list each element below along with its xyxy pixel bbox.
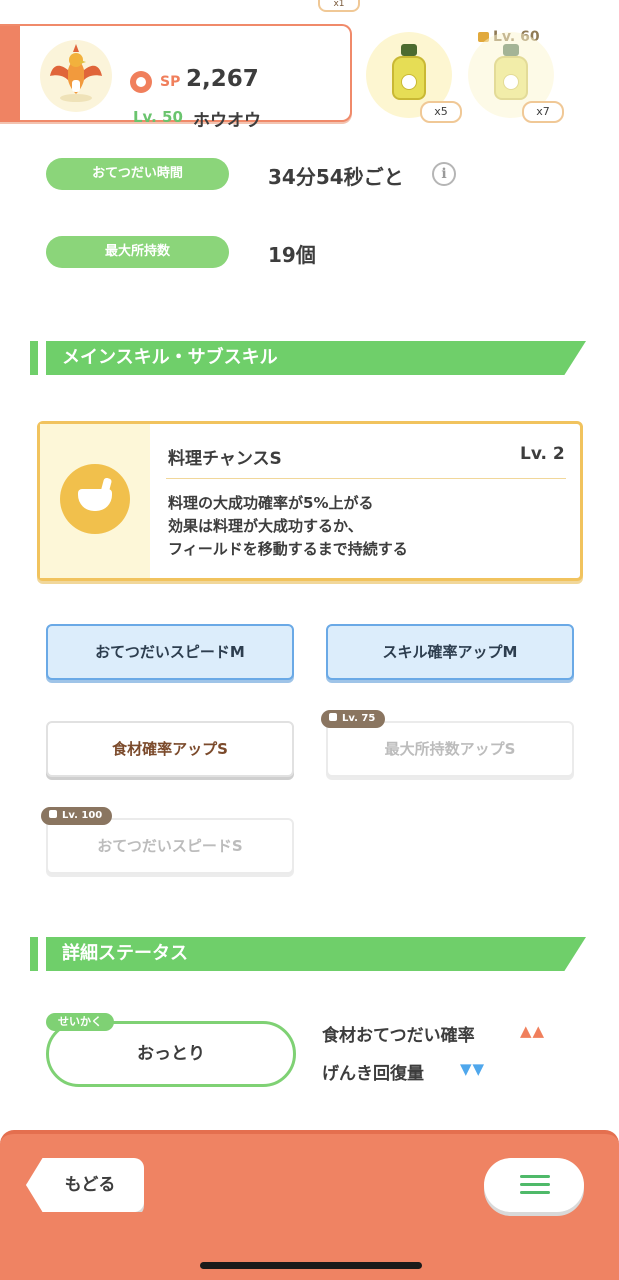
sub-skill-3[interactable]: 食材確率アップS [46, 721, 294, 777]
section-header-details: 詳細ステータス [30, 937, 586, 971]
back-button[interactable]: もどる [26, 1158, 144, 1212]
sub-skill-2[interactable]: スキル確率アップM [326, 624, 574, 680]
oil-bottle-icon [392, 44, 426, 100]
sp-value: 2,267 [186, 66, 259, 92]
pokemon-name: ホウオウ [193, 111, 261, 131]
nature-up-label: 食材おてつだい確率 [322, 1026, 475, 1046]
help-time-value: 34分54秒ごと [268, 165, 404, 189]
sub-skill-lock-tag: Lv. 100 [41, 807, 113, 825]
main-skill-card[interactable]: 料理チャンスS Lv. 2 料理の大成功確率が5%上がる 効果は料理が大成功する… [37, 421, 583, 581]
section-title: 詳細ステータス [62, 943, 188, 964]
pokemon-avatar [40, 40, 112, 112]
nature-tag: せいかく [46, 1013, 114, 1031]
card-accent-stripe [0, 26, 20, 122]
item-count-badge: x5 [420, 101, 462, 123]
up-arrows-icon: ▲▲ [520, 1022, 546, 1040]
divider [166, 478, 566, 479]
ho-oh-sprite-icon [50, 44, 102, 102]
main-skill-name: 料理チャンスS [168, 449, 282, 469]
max-carry-value: 19個 [268, 243, 316, 267]
nature-down-label: げんき回復量 [322, 1064, 424, 1084]
sub-skill-1[interactable]: おてつだいスピードM [46, 624, 294, 680]
oil-bottle-icon [494, 44, 528, 100]
lock-icon [49, 810, 57, 818]
cooking-pot-icon [60, 464, 130, 534]
info-icon[interactable]: i [432, 162, 456, 186]
item-count-badge: x7 [522, 101, 564, 123]
down-arrows-icon: ▼▼ [460, 1060, 486, 1078]
sub-skill-lock-tag: Lv. 75 [321, 710, 386, 728]
sp-pokeball-icon [130, 71, 152, 93]
section-header-skills: メインスキル・サブスキル [30, 341, 586, 375]
pokemon-level: Lv. 50 [133, 108, 183, 126]
section-title: メインスキル・サブスキル [62, 347, 278, 368]
main-skill-description: 料理の大成功確率が5%上がる 効果は料理が大成功するか、 フィールドを移動するま… [168, 494, 408, 558]
max-carry-label: 最大所持数 [46, 236, 229, 268]
lock-icon [329, 713, 337, 721]
sub-skill-4[interactable]: 最大所持数アップS [326, 721, 574, 777]
main-skill-level: Lv. 2 [520, 444, 565, 464]
sp-label: SP [160, 74, 181, 90]
menu-button[interactable] [484, 1158, 584, 1212]
sub-skill-5[interactable]: おてつだいスピードS [46, 818, 294, 874]
home-indicator[interactable] [200, 1262, 422, 1269]
top-count-badge: x1 [318, 0, 360, 12]
help-time-label: おてつだい時間 [46, 158, 229, 190]
pokemon-card[interactable]: SP 2,267 Lv. 50 ホウオウ [0, 24, 352, 131]
